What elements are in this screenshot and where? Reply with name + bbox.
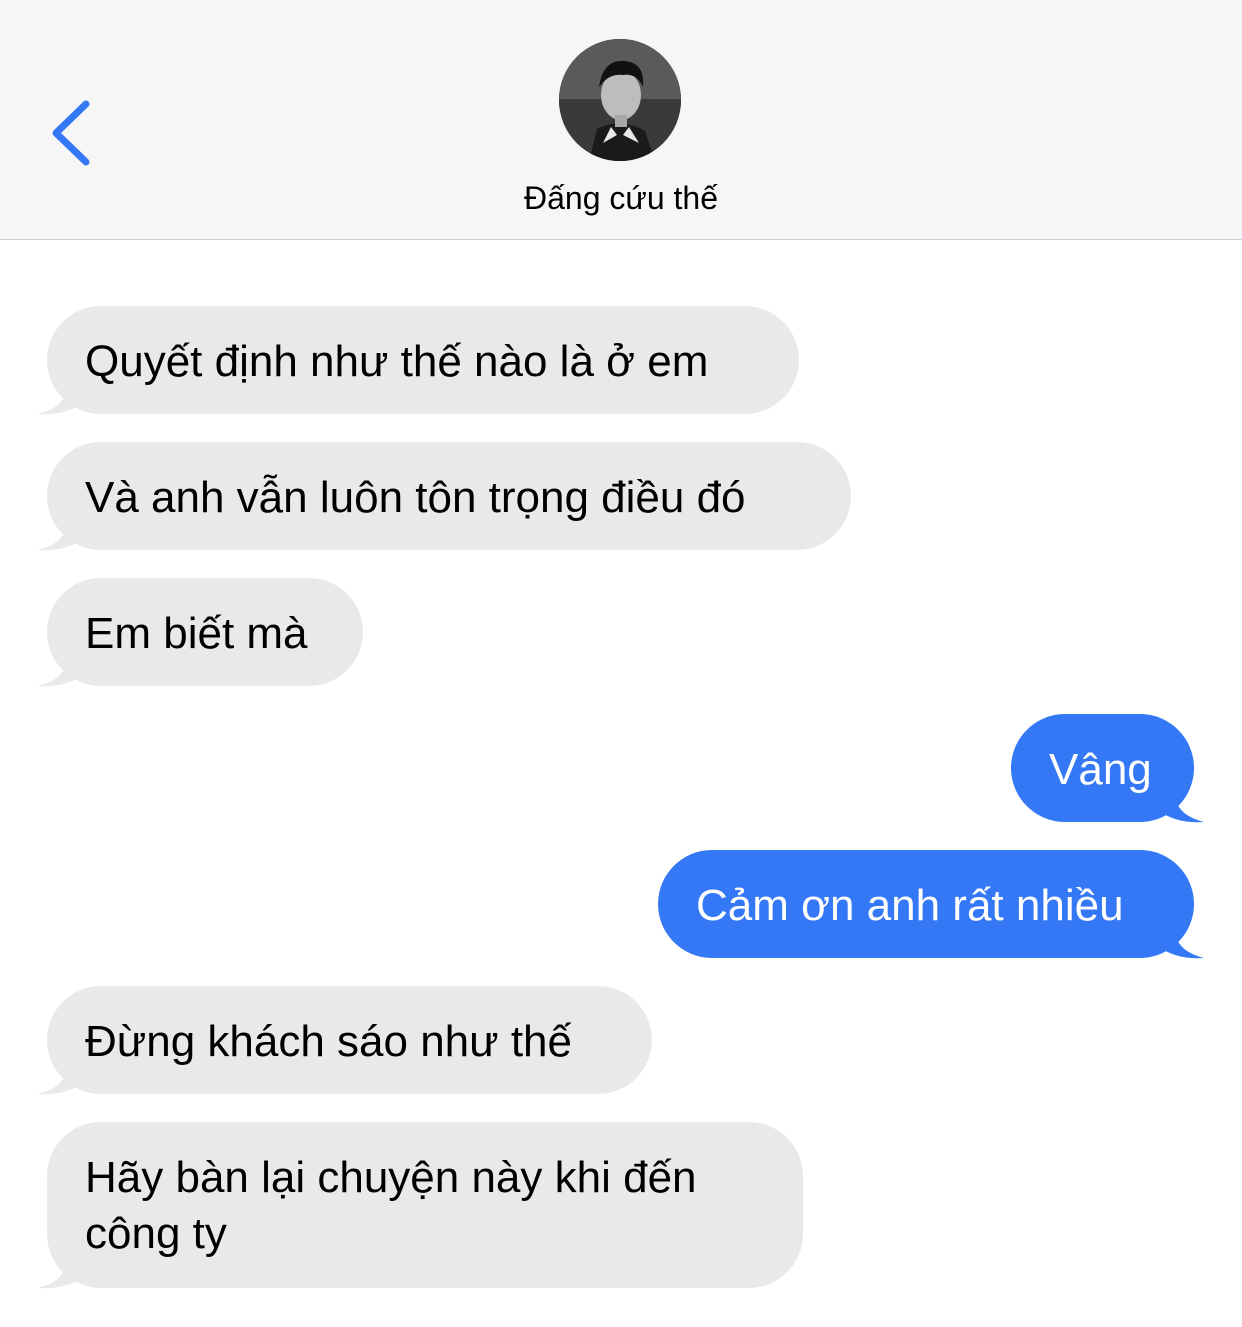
bubble-tail [38, 372, 84, 415]
outgoing-message[interactable]: Cảm ơn anh rất nhiều [658, 850, 1194, 958]
incoming-message[interactable]: Quyết định như thế nào là ở em [47, 306, 799, 414]
incoming-message[interactable]: Hãy bàn lại chuyện này khi đến công ty [47, 1122, 803, 1288]
message-text: Đừng khách sáo như thế [85, 1017, 572, 1066]
bubble-tail [1158, 916, 1204, 959]
message-text: Và anh vẫn luôn tôn trọng điều đó [85, 473, 746, 522]
message-text: Cảm ơn anh rất nhiều [696, 881, 1124, 930]
chevron-left-icon[interactable] [44, 98, 100, 168]
bubble-tail [38, 644, 84, 687]
message-text-line: Hãy bàn lại chuyện này khi đến [85, 1153, 697, 1202]
message-text: Quyết định như thế nào là ở em [85, 337, 709, 386]
bubble-tail [1158, 780, 1204, 823]
bubble-tail [38, 508, 84, 551]
message-text: Vâng [1049, 745, 1152, 794]
bubble-tail [38, 1052, 84, 1095]
message-text: Em biết mà [85, 609, 308, 658]
avatar[interactable] [559, 39, 681, 161]
conversation-header: Đấng cứu thế [0, 0, 1242, 240]
incoming-message[interactable]: Đừng khách sáo như thế [47, 986, 652, 1094]
incoming-message[interactable]: Em biết mà [47, 578, 363, 686]
incoming-message[interactable]: Và anh vẫn luôn tôn trọng điều đó [47, 442, 851, 550]
contact-name[interactable]: Đấng cứu thế [0, 180, 1242, 217]
message-text-line: công ty [85, 1209, 227, 1258]
bubble-tail [38, 1246, 84, 1289]
